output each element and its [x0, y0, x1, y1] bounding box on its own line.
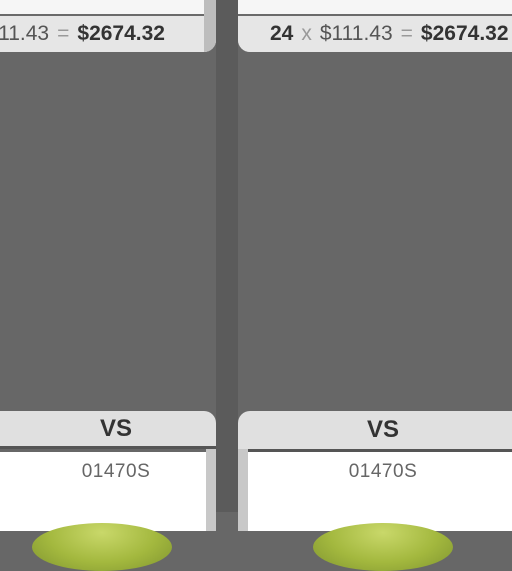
product-card-left[interactable]: VS 01470S	[0, 411, 216, 571]
card-header: VS	[0, 411, 216, 449]
product-card-right[interactable]: VS 01470S	[238, 411, 512, 571]
unit-price: $111.43	[319, 22, 393, 45]
quantity: 24	[270, 22, 294, 45]
times-sign: x	[301, 22, 312, 45]
price-summary: 111.43 = $2674.32	[0, 16, 216, 52]
total-price: $2674.32	[77, 22, 165, 45]
card-edge	[204, 0, 216, 52]
card-header: VS	[238, 411, 512, 452]
product-card-price-left[interactable]: 111.43 = $2674.32	[0, 0, 216, 52]
unit-price: 111.43	[0, 22, 50, 45]
total-price: $2674.32	[420, 22, 509, 45]
product-code: 01470S	[348, 461, 418, 482]
price-summary: 24 x $111.43 = $2674.32	[238, 16, 512, 52]
card-body-strip	[0, 0, 216, 16]
product-card-price-right[interactable]: 24 x $111.43 = $2674.32	[238, 0, 512, 52]
card-body-strip	[238, 0, 512, 16]
column-gutter	[216, 0, 238, 512]
equals-sign: =	[400, 22, 413, 45]
product-code: 01470S	[81, 461, 151, 482]
product-image	[313, 523, 453, 571]
product-image	[32, 523, 172, 571]
equals-sign: =	[57, 22, 70, 45]
card-side-rail	[206, 449, 216, 531]
card-side-rail	[238, 449, 248, 531]
